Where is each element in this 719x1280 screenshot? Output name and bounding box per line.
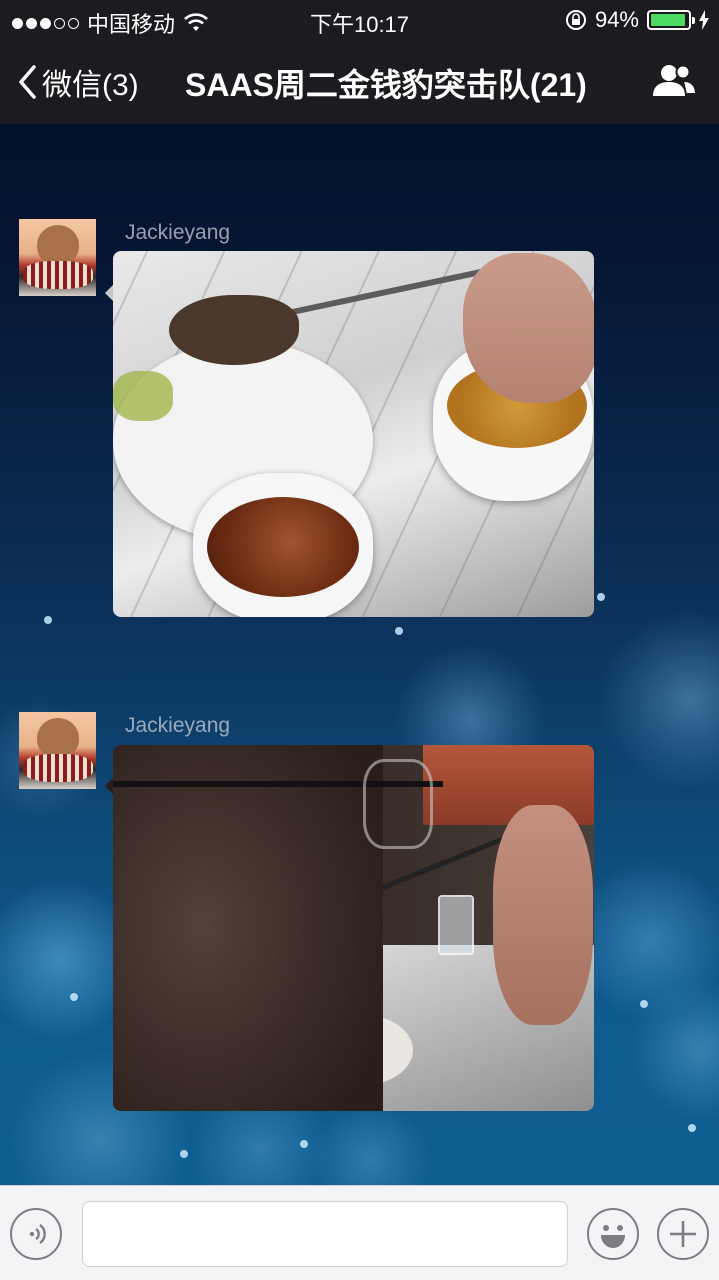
avatar-bed <box>23 754 93 782</box>
back-button[interactable]: 微信(3) <box>16 60 139 104</box>
avatar-bed <box>23 261 93 289</box>
glass <box>438 895 474 955</box>
voice-button[interactable] <box>10 1208 62 1260</box>
battery-percent: 94% <box>594 7 639 32</box>
top-bar: 中国移动 下午10:17 94% 微信(3) SAAS周二金钱豹突击队(21) <box>0 0 719 124</box>
sender-name: Jackieyang <box>125 221 231 244</box>
emoji-button[interactable] <box>587 1208 639 1260</box>
person-face <box>113 745 383 1111</box>
avatar[interactable] <box>19 219 96 296</box>
battery-icon <box>647 10 695 30</box>
avatar[interactable] <box>19 712 96 789</box>
chat-title: SAAS周二金钱豹突击队(21) <box>185 67 587 103</box>
orientation-lock-icon <box>565 10 586 30</box>
bokeh-dot <box>395 627 403 635</box>
avatar-dog <box>37 225 79 265</box>
emoji-icon <box>601 1225 625 1248</box>
image-message-eating[interactable] <box>113 745 594 1111</box>
chevron-left-icon <box>19 65 36 99</box>
back-label: 微信(3) <box>42 69 139 102</box>
plus-icon <box>670 1221 696 1247</box>
message-input[interactable] <box>82 1201 568 1267</box>
charging-icon <box>699 10 709 30</box>
image-message-food[interactable] <box>113 251 594 617</box>
message-item: Jackieyang <box>0 218 719 618</box>
food-on-spoon <box>169 295 299 365</box>
voice-icon <box>29 1224 46 1244</box>
avatar-dog <box>37 718 79 758</box>
group-members-icon[interactable] <box>651 62 697 98</box>
hand <box>493 805 593 1025</box>
sender-name: Jackieyang <box>125 714 231 737</box>
bokeh-dot <box>688 1124 696 1132</box>
bokeh-dot <box>300 1140 308 1148</box>
more-button[interactable] <box>657 1208 709 1260</box>
status-bar: 中国移动 下午10:17 94% <box>0 0 719 40</box>
input-bar <box>0 1185 719 1280</box>
bowl <box>193 473 373 617</box>
message-item: Jackieyang <box>0 710 719 1111</box>
hand <box>463 253 594 403</box>
status-right: 94% <box>565 7 709 33</box>
battery-fill <box>651 14 685 26</box>
bokeh-dot <box>180 1150 188 1158</box>
nav-bar: 微信(3) SAAS周二金钱豹突击队(21) <box>0 40 719 124</box>
